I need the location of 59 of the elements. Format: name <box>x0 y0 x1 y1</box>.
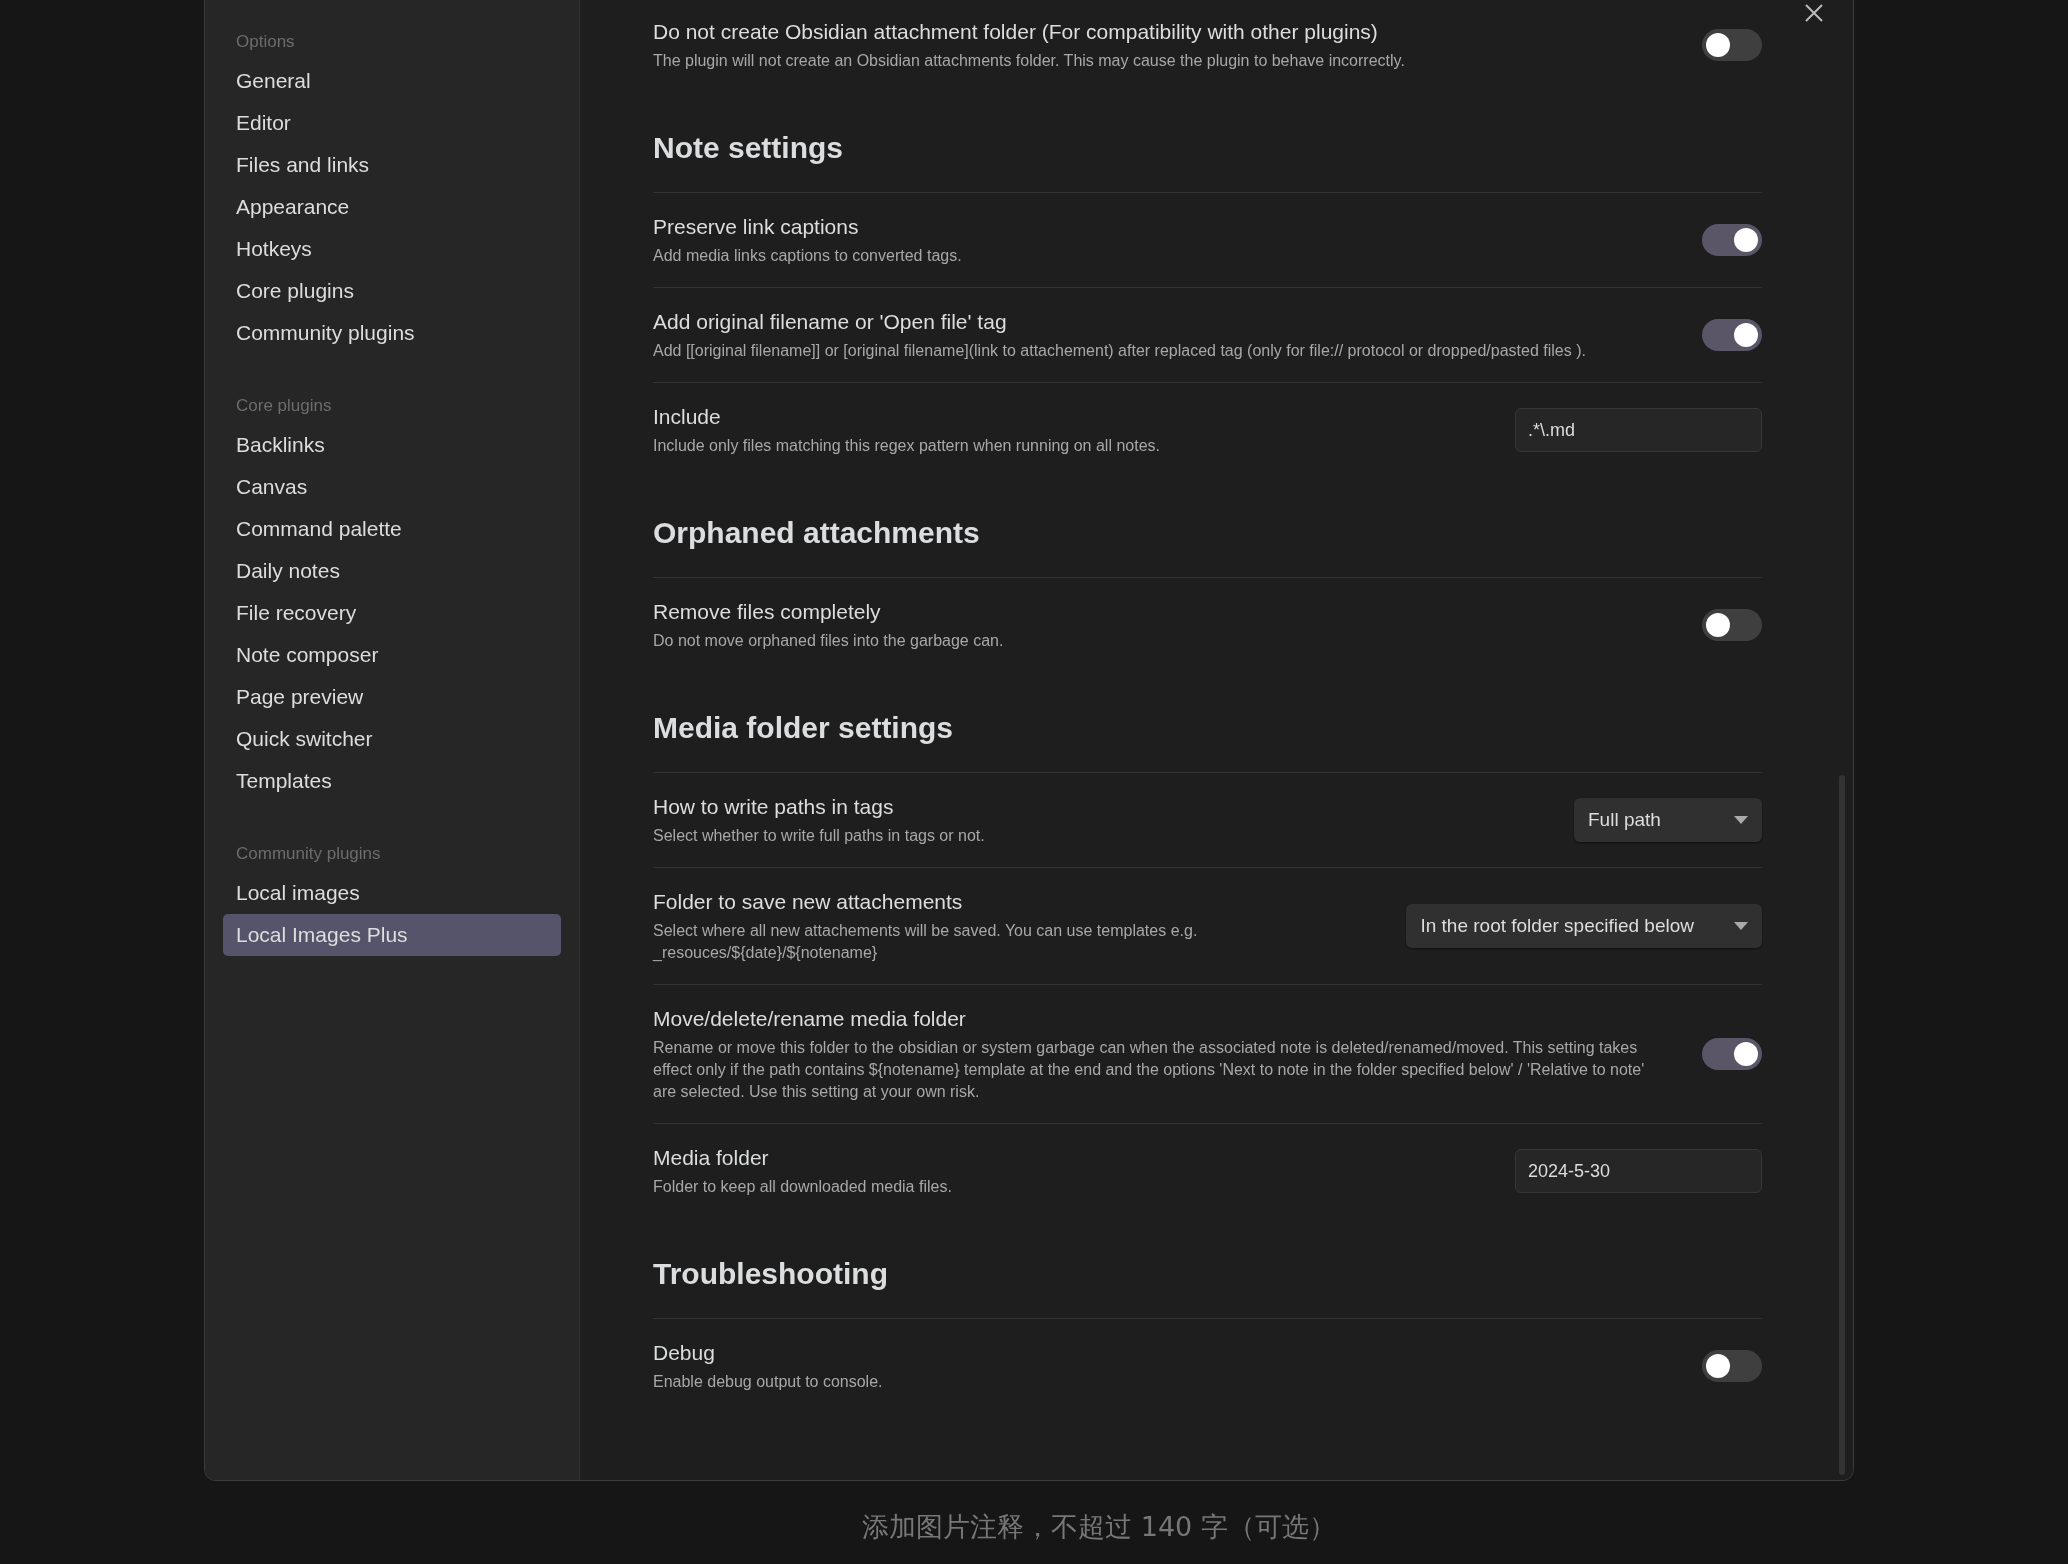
setting-name: Folder to save new attachements <box>653 889 964 915</box>
toggle-switch[interactable] <box>1702 1350 1762 1382</box>
sidebar-item[interactable]: Hotkeys <box>223 228 561 270</box>
sidebar-item[interactable]: Local images <box>223 872 561 914</box>
toggle-switch[interactable] <box>1702 29 1762 61</box>
setting-name: Remove files completely <box>653 599 882 625</box>
setting-name: Preserve link captions <box>653 214 860 240</box>
sidebar-item[interactable]: Daily notes <box>223 550 561 592</box>
setting-name: Do not create Obsidian attachment folder (For compatibility with other plugins) <box>653 19 1379 45</box>
section-heading: Troubleshooting <box>653 1256 889 1292</box>
setting-name: Include <box>653 404 722 430</box>
sidebar-item[interactable]: Editor <box>223 102 561 144</box>
close-icon[interactable] <box>1803 2 1825 24</box>
sidebar-item[interactable]: Quick switcher <box>223 718 561 760</box>
setting-description: Select whether to write full paths in tags or not. <box>653 826 986 846</box>
section-heading: Orphaned attachments <box>653 515 981 551</box>
sidebar-item[interactable]: Command palette <box>223 508 561 550</box>
sidebar-item[interactable]: General <box>223 60 561 102</box>
caret-icon <box>1734 922 1748 930</box>
setting-name: Media folder <box>653 1145 770 1171</box>
setting-description: Add media links captions to converted tags. <box>653 246 963 266</box>
sidebar-item[interactable]: Note composer <box>223 634 561 676</box>
setting-description: Include only files matching this regex pattern when running on all notes. <box>653 436 1161 456</box>
setting-description: The plugin will not create an Obsidian attachments folder. This may cause the plugin to behave incorrectly. <box>653 51 1406 71</box>
sidebar-section-label: Core plugins <box>235 395 333 417</box>
setting-name: Move/delete/rename media folder <box>653 1006 967 1032</box>
text-field[interactable]: 2024-5-30 <box>1515 1149 1762 1193</box>
setting-description: Do not move orphaned files into the garbage can. <box>653 631 1005 651</box>
toggle-switch[interactable] <box>1702 224 1762 256</box>
sidebar-item[interactable]: Backlinks <box>223 424 561 466</box>
toggle-switch[interactable] <box>1702 609 1762 641</box>
toggle-switch[interactable] <box>1702 319 1762 351</box>
sidebar-item[interactable]: Core plugins <box>223 270 561 312</box>
sidebar-item[interactable]: Appearance <box>223 186 561 228</box>
sidebar-item[interactable]: File recovery <box>223 592 561 634</box>
section-heading: Note settings <box>653 130 845 166</box>
sidebar-item[interactable]: Files and links <box>223 144 561 186</box>
setting-description: Rename or move this folder to the obsidian or system garbage can when the associated note is deleted/renamed/moved. This setting takes effect only if the path contains ${notename} template at the end and the options 'Next to note in the folder specified below' / 'Relative to note' are selected. Use this setting at your own risk. <box>653 1038 1646 1102</box>
sidebar-item[interactable]: Templates <box>223 760 561 802</box>
setting-name: How to write paths in tags <box>653 794 895 820</box>
sidebar-section-label: Options <box>235 31 296 53</box>
setting-description: Select where all new attachements will be saved. You can use templates e.g. _resouces/${date}/${notename} <box>653 921 1199 963</box>
section-heading: Media folder settings <box>653 710 955 746</box>
dropdown[interactable]: In the root folder specified below <box>1406 904 1762 948</box>
dropdown[interactable]: Full path <box>1574 798 1762 842</box>
caret-icon <box>1734 816 1748 824</box>
sidebar-item[interactable]: Page preview <box>223 676 561 718</box>
setting-description: Enable debug output to console. <box>653 1372 884 1392</box>
setting-name: Debug <box>653 1340 716 1366</box>
setting-name: Add original filename or 'Open file' tag <box>653 309 1008 335</box>
sidebar-item[interactable]: Local Images Plus <box>223 914 561 956</box>
sidebar-item[interactable]: Community plugins <box>223 312 561 354</box>
sidebar-item[interactable]: Canvas <box>223 466 561 508</box>
toggle-switch[interactable] <box>1702 1038 1762 1070</box>
setting-description: Folder to keep all downloaded media files. <box>653 1177 953 1197</box>
caption-placeholder[interactable]: 添加图片注释，不超过 140 字（可选） <box>862 1508 1336 1545</box>
sidebar-section-label: Community plugins <box>235 843 382 865</box>
text-field[interactable]: .*\.md <box>1515 408 1762 452</box>
setting-description: Add [[original filename]] or [original filename](link to attachement) after replaced tag (only for file:// protocol or dropped/pasted files ). <box>653 341 1587 361</box>
